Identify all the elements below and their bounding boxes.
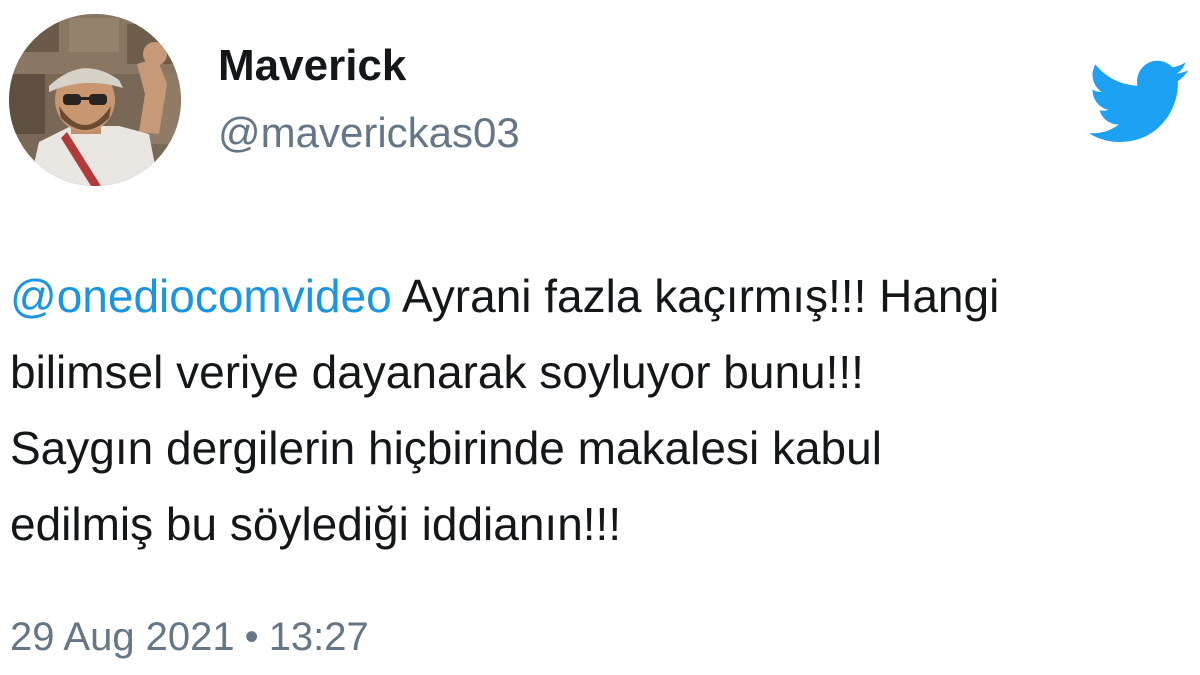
author-display-name[interactable]: Maverick — [218, 40, 406, 92]
tweet-text-line: @onediocomvideo Ayrani fazla kaçırmış!!!… — [10, 258, 1195, 334]
tweet-time: 13:27 — [268, 615, 369, 659]
mention-link[interactable]: @onediocomvideo — [10, 270, 392, 322]
separator-dot: • — [244, 615, 259, 659]
tweet-text: @onediocomvideo Ayrani fazla kaçırmış!!!… — [10, 258, 1195, 562]
twitter-bird-icon — [1088, 60, 1190, 144]
tweet-text-line: bilimsel veriye dayanarak soyluyor bunu!… — [10, 346, 864, 398]
tweet-text-line: Saygın dergilerin hiçbirinde makalesi ka… — [10, 422, 882, 474]
tweet-timestamp[interactable]: 29 Aug 2021 • 13:27 — [10, 612, 369, 662]
tweet-text-line: edilmiş bu söylediği iddianın!!! — [10, 498, 622, 550]
tweet-date: 29 Aug 2021 — [10, 615, 235, 659]
tweet-card: Maverick @maverickas03 @onediocomvideo A… — [0, 0, 1200, 675]
avatar-photo — [9, 14, 181, 186]
author-handle[interactable]: @maverickas03 — [218, 108, 520, 158]
tweet-text-fragment: Ayrani fazla kaçırmış!!! Hangi — [391, 270, 1000, 322]
avatar[interactable] — [9, 14, 181, 186]
